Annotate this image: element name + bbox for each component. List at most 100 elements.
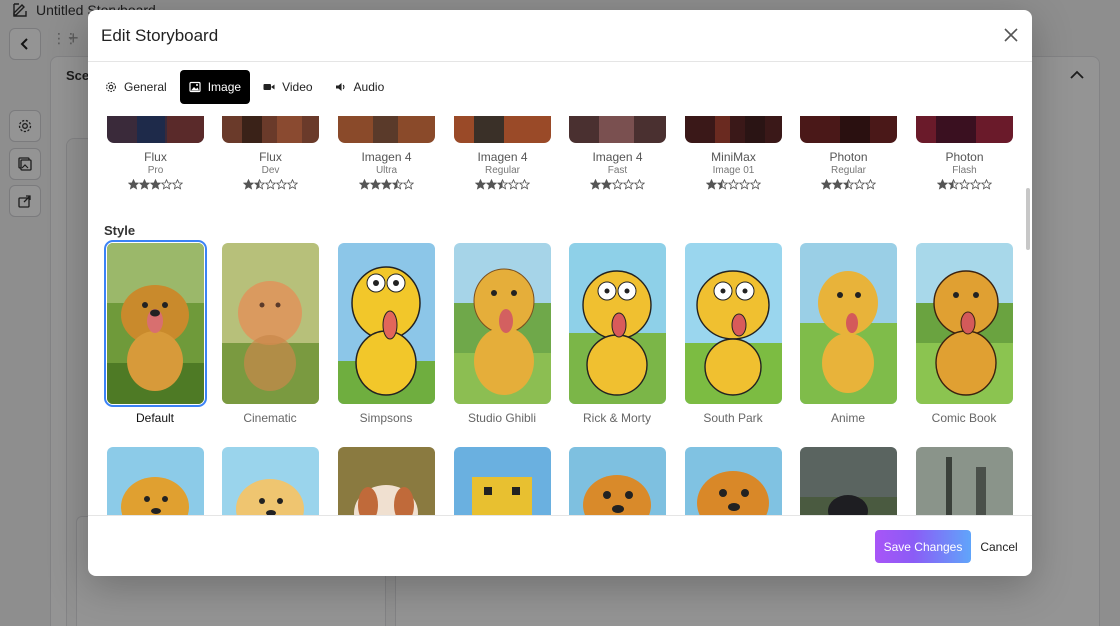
star-full-icon	[590, 179, 601, 190]
tab-general[interactable]: General	[96, 70, 176, 104]
style-option-row2-5[interactable]	[569, 447, 666, 515]
model-option-photon-flash[interactable]: Photon Flash	[916, 116, 1013, 190]
model-name: Imagen 4	[477, 150, 528, 164]
star-full-icon	[601, 179, 612, 190]
style-option-default[interactable]: Default	[103, 240, 207, 425]
star-empty-icon	[739, 179, 750, 190]
star-empty-icon	[623, 179, 634, 190]
model-name: Photon	[945, 150, 984, 164]
model-option-imagen-4-ultra[interactable]: Imagen 4 Ultra	[338, 116, 435, 190]
star-full-icon	[937, 179, 948, 190]
model-variant: Ultra	[375, 165, 398, 176]
style-thumbnail	[568, 243, 666, 404]
model-rating	[916, 179, 1013, 190]
settings-tabs: General Image Video Audio	[96, 70, 393, 104]
star-empty-icon	[959, 179, 970, 190]
style-option-row2-1[interactable]	[107, 447, 204, 515]
save-changes-button[interactable]: Save Changes	[875, 530, 971, 563]
speaker-icon	[335, 83, 344, 91]
model-variant: Regular	[830, 165, 867, 176]
content-scrollbar[interactable]	[1026, 188, 1030, 250]
gear-icon	[106, 82, 116, 92]
star-empty-icon	[634, 179, 645, 190]
style-option-rick-and-morty[interactable]: Rick & Morty	[567, 243, 667, 425]
star-empty-icon	[276, 179, 287, 190]
style-label: Simpsons	[359, 411, 413, 425]
tab-general-label: General	[124, 80, 167, 94]
model-name: MiniMax	[711, 150, 756, 164]
star-empty-icon	[750, 179, 761, 190]
style-section-title: Style	[104, 223, 136, 238]
model-option-imagen-4-regular[interactable]: Imagen 4 Regular	[454, 116, 551, 190]
style-option-simpsons[interactable]: Simpsons	[336, 243, 436, 425]
style-option-row2-8[interactable]	[916, 447, 1013, 515]
style-option-south-park[interactable]: South Park	[683, 243, 783, 425]
style-option-row2-7[interactable]	[800, 447, 897, 515]
style-label: Studio Ghibli	[467, 411, 537, 425]
star-empty-icon	[287, 179, 298, 190]
style-option-row2-4[interactable]	[454, 447, 551, 515]
star-full-icon	[139, 179, 150, 190]
star-full-icon	[475, 179, 486, 190]
style-option-anime[interactable]: Anime	[798, 243, 898, 425]
model-rating	[338, 179, 435, 190]
model-thumbnail	[107, 116, 204, 143]
dialog-title: Edit Storyboard	[101, 26, 219, 45]
tab-image-label: Image	[207, 80, 242, 94]
style-option-row2-6[interactable]	[685, 447, 782, 515]
model-rating	[454, 179, 551, 190]
style-thumbnail	[103, 240, 207, 407]
tab-video[interactable]: Video	[254, 70, 321, 104]
style-option-row2-3[interactable]	[338, 447, 435, 515]
model-name: Flux	[259, 150, 282, 164]
style-option-comic-book[interactable]: Comic Book	[914, 243, 1014, 425]
model-thumbnail	[685, 116, 782, 143]
tab-audio[interactable]: Audio	[326, 70, 394, 104]
style-option-row2-2[interactable]	[222, 447, 319, 515]
style-label: Anime	[830, 411, 865, 425]
model-thumbnail	[222, 116, 319, 143]
tab-image[interactable]: Image	[179, 70, 251, 104]
star-empty-icon	[728, 179, 739, 190]
model-option-minimax-image-01[interactable]: MiniMax Image 01	[685, 116, 782, 190]
model-thumbnail	[569, 116, 666, 143]
model-variant: Flash	[952, 165, 977, 176]
star-full-icon	[370, 179, 381, 190]
style-option-studio-ghibli[interactable]: Studio Ghibli	[452, 243, 552, 425]
style-thumbnail	[337, 243, 435, 404]
model-rating	[107, 179, 204, 190]
style-label: Rick & Morty	[582, 411, 651, 425]
style-thumbnail	[221, 243, 319, 404]
star-empty-icon	[970, 179, 981, 190]
style-thumbnail	[799, 243, 897, 404]
model-option-imagen-4-fast[interactable]: Imagen 4 Fast	[569, 116, 666, 190]
star-half-icon	[717, 179, 728, 190]
star-empty-icon	[508, 179, 519, 190]
star-empty-icon	[172, 179, 183, 190]
model-option-photon-regular[interactable]: Photon Regular	[800, 116, 897, 190]
style-label: Default	[135, 411, 175, 425]
model-option-flux-dev[interactable]: Flux Dev	[222, 116, 319, 190]
style-label: Comic Book	[931, 411, 997, 425]
edit-storyboard-dialog: Edit Storyboard General Image Video Audi…	[88, 10, 1032, 576]
cancel-button[interactable]: Cancel	[972, 530, 1026, 563]
model-variant: Regular	[484, 165, 521, 176]
close-button[interactable]	[1000, 24, 1022, 46]
model-name: Imagen 4	[361, 150, 412, 164]
image-settings-content[interactable]: Flux Pro Flux Dev Imagen 4 Ultra Imagen …	[88, 116, 1032, 516]
style-thumbnail	[915, 243, 1013, 404]
star-full-icon	[706, 179, 717, 190]
dialog-footer: Save Changes Cancel	[88, 516, 1032, 576]
model-name: Flux	[144, 150, 167, 164]
star-half-icon	[254, 179, 265, 190]
model-rating	[569, 179, 666, 190]
style-label: South Park	[703, 411, 763, 425]
model-option-flux-pro[interactable]: Flux Pro	[107, 116, 204, 190]
model-rating	[685, 179, 782, 190]
model-thumbnail	[916, 116, 1013, 143]
style-option-cinematic[interactable]: Cinematic	[220, 243, 320, 425]
star-half-icon	[392, 179, 403, 190]
model-variant: Fast	[607, 165, 628, 176]
dialog-header: Edit Storyboard	[88, 10, 1032, 62]
star-full-icon	[486, 179, 497, 190]
